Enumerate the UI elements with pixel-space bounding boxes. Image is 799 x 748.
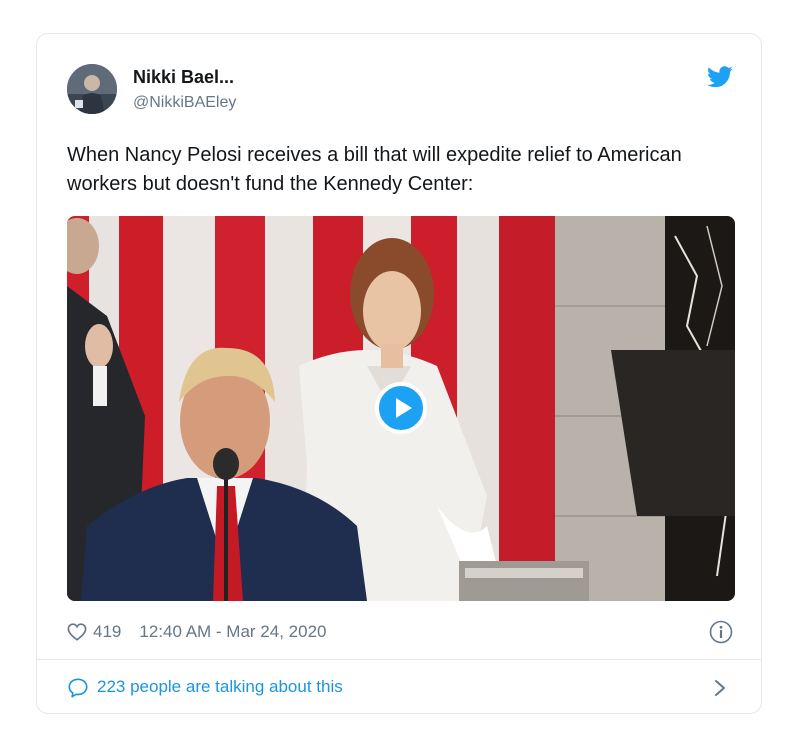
like-button[interactable]: 419: [67, 622, 139, 642]
author-handle[interactable]: @NikkiBAEley: [133, 94, 236, 112]
chevron-right-icon: [715, 680, 725, 696]
tweet-timestamp[interactable]: 12:40 AM - Mar 24, 2020: [139, 622, 326, 642]
play-icon[interactable]: [375, 382, 427, 434]
conversation-label: 223 people are talking about this: [97, 677, 343, 696]
heart-icon: [67, 623, 87, 641]
conversation-link[interactable]: 223 people are talking about this: [37, 660, 761, 714]
twitter-bird-icon[interactable]: [707, 66, 733, 88]
author-name[interactable]: Nikki Bael...: [133, 67, 234, 88]
tweet-text: When Nancy Pelosi receives a bill that w…: [67, 144, 682, 195]
speech-bubble-icon: [68, 678, 88, 698]
embedded-tweet-card: Nikki Bael... @NikkiBAEley When Nancy Pe…: [36, 33, 762, 714]
likes-count: 419: [93, 622, 122, 641]
avatar[interactable]: [67, 64, 117, 114]
avatar-image: [67, 64, 117, 114]
tweet-video[interactable]: [67, 216, 735, 601]
tweet-meta: 419 12:40 AM - Mar 24, 2020: [67, 620, 326, 644]
info-icon[interactable]: [709, 620, 733, 644]
